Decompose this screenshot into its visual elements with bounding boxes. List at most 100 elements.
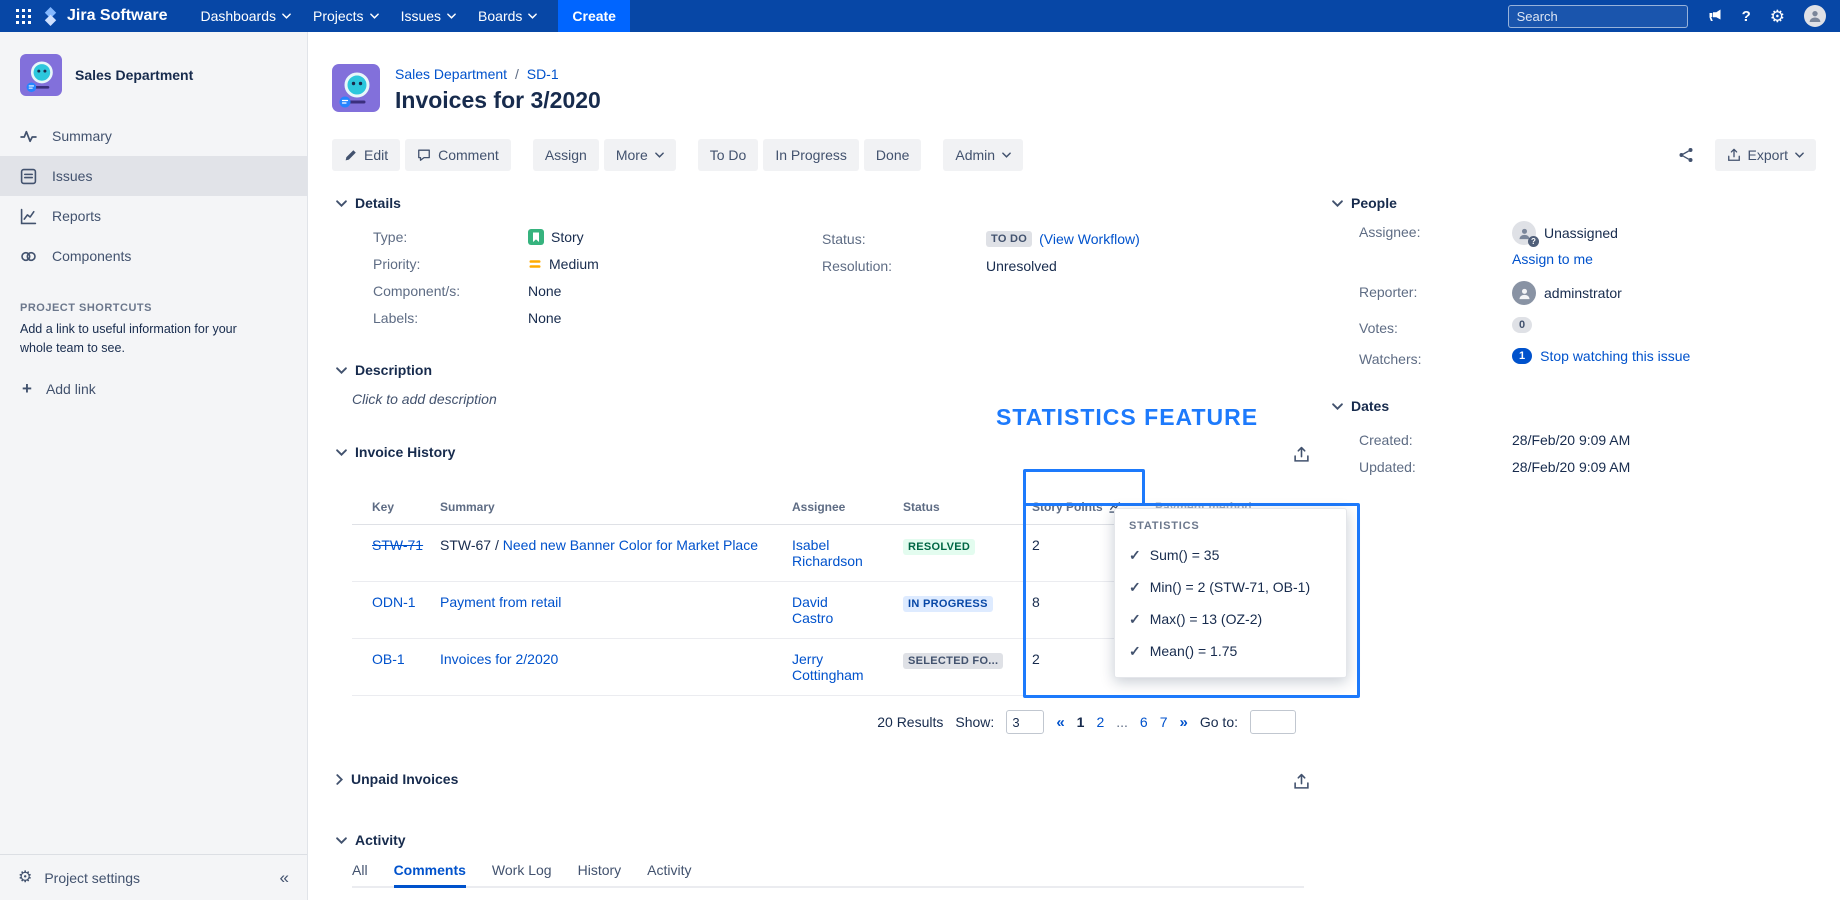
nav-boards[interactable]: Boards [467, 0, 548, 32]
sidebar-item-summary[interactable]: Summary [0, 116, 307, 156]
feedback-megaphone-icon[interactable] [1707, 8, 1723, 24]
project-settings-gear-icon: ⚙ [18, 870, 32, 886]
collapse-sidebar-icon[interactable]: « [280, 868, 289, 888]
nav-dashboards[interactable]: Dashboards [189, 0, 302, 32]
page-ellipsis: ... [1116, 714, 1128, 730]
export-icon [1727, 148, 1741, 162]
export-icon [1293, 446, 1310, 463]
dates-section-header[interactable]: Dates [1332, 398, 1812, 414]
watchers-row: Watchers: 1 Stop watching this issue [1359, 348, 1812, 367]
more-button[interactable]: More [604, 139, 676, 171]
tab-activity[interactable]: Activity [647, 862, 691, 878]
assignee-link[interactable]: Jerry Cottingham [792, 651, 864, 683]
user-avatar[interactable] [1804, 5, 1826, 27]
components-icon [20, 248, 37, 265]
chevron-down-icon [1332, 200, 1343, 207]
stat-max[interactable]: ✓ Max() = 13 (OZ-2) [1129, 603, 1332, 635]
primary-nav: Dashboards Projects Issues Boards [189, 0, 548, 32]
view-workflow-link[interactable]: (View Workflow) [1039, 231, 1140, 247]
transition-todo-button[interactable]: To Do [698, 139, 759, 171]
chevron-down-icon [447, 13, 456, 19]
people-section-header[interactable]: People [1332, 195, 1812, 211]
assign-to-me-link[interactable]: Assign to me [1512, 251, 1593, 267]
details-section-header[interactable]: Details [336, 195, 1336, 211]
export-button[interactable]: Export [1715, 139, 1816, 171]
issue-key-link[interactable]: ODN-1 [372, 594, 416, 610]
chevron-down-icon [1002, 152, 1011, 158]
comment-button[interactable]: Comment [405, 139, 511, 171]
breadcrumb: Sales Department / SD-1 [395, 66, 601, 82]
summary-link[interactable]: Invoices for 2/2020 [440, 651, 558, 667]
issue-toolbar: Edit Comment Assign More To Do In Progre… [332, 139, 1045, 171]
sidebar-item-issues[interactable]: Issues [0, 156, 307, 196]
invoice-history-export-button[interactable] [1289, 442, 1313, 466]
jira-logo[interactable]: Jira Software [41, 7, 167, 26]
col-status[interactable]: Status [903, 490, 1032, 525]
chevron-down-icon [655, 152, 664, 158]
first-page-button[interactable]: « [1056, 714, 1064, 731]
activity-section-header[interactable]: Activity [336, 832, 1396, 848]
sidebar-item-reports[interactable]: Reports [0, 196, 307, 236]
sidebar-item-components[interactable]: Components [0, 236, 307, 276]
chevron-down-icon [370, 13, 379, 19]
votes-badge[interactable]: 0 [1512, 317, 1532, 333]
page-6[interactable]: 6 [1140, 714, 1148, 730]
assignee-link[interactable]: David Castro [792, 594, 833, 626]
export-icon [1293, 773, 1310, 790]
transition-inprogress-button[interactable]: In Progress [763, 139, 859, 171]
stat-mean[interactable]: ✓ Mean() = 1.75 [1129, 635, 1332, 667]
description-section-header[interactable]: Description [336, 362, 497, 378]
create-button[interactable]: Create [558, 0, 630, 32]
transition-done-button[interactable]: Done [864, 139, 921, 171]
col-summary[interactable]: Summary [440, 490, 792, 525]
issue-key-link[interactable]: STW-71 [372, 537, 423, 553]
top-navigation: Jira Software Dashboards Projects Issues… [0, 0, 1840, 32]
unpaid-invoices-export-button[interactable] [1289, 769, 1313, 793]
assign-button[interactable]: Assign [533, 139, 599, 171]
search-box[interactable] [1508, 5, 1688, 28]
reporter-value: adminstrator [1544, 285, 1622, 301]
stop-watching-link[interactable]: Stop watching this issue [1540, 348, 1690, 364]
project-settings-button[interactable]: Project settings [44, 870, 140, 886]
project-name: Sales Department [75, 67, 193, 83]
invoice-history-header[interactable]: Invoice History [336, 444, 1396, 460]
chevron-down-icon [1332, 403, 1343, 410]
description-placeholder[interactable]: Click to add description [352, 391, 497, 407]
app-switcher-icon[interactable] [16, 9, 31, 24]
tab-worklog[interactable]: Work Log [492, 862, 552, 878]
add-link-button[interactable]: + Add link [0, 379, 307, 399]
assignee-link[interactable]: Isabel Richardson [792, 537, 863, 569]
page-1[interactable]: 1 [1077, 714, 1085, 730]
summary-link[interactable]: Payment from retail [440, 594, 561, 610]
share-button[interactable] [1669, 139, 1703, 171]
issue-key-link[interactable]: OB-1 [372, 651, 405, 667]
page-2[interactable]: 2 [1096, 714, 1104, 730]
reports-chart-icon [20, 208, 37, 225]
stat-sum[interactable]: ✓ Sum() = 35 [1129, 539, 1332, 571]
col-key[interactable]: Key [352, 490, 440, 525]
tab-history[interactable]: History [578, 862, 622, 878]
search-input[interactable] [1517, 9, 1693, 24]
activity-section: Activity All Comments Work Log History A… [336, 832, 1396, 900]
unpaid-invoices-header[interactable]: Unpaid Invoices [336, 771, 1396, 787]
breadcrumb-project-link[interactable]: Sales Department [395, 66, 507, 82]
tab-comments[interactable]: Comments [394, 862, 466, 878]
summary-link[interactable]: Need new Banner Color for Market Place [503, 537, 758, 553]
edit-button[interactable]: Edit [332, 139, 400, 171]
breadcrumb-issue-link[interactable]: SD-1 [527, 66, 559, 82]
show-count-input[interactable] [1006, 710, 1044, 734]
stat-min[interactable]: ✓ Min() = 2 (STW-71, OB-1) [1129, 571, 1332, 603]
nav-projects[interactable]: Projects [302, 0, 390, 32]
chevron-down-icon [336, 200, 347, 207]
watchers-badge[interactable]: 1 [1512, 348, 1532, 364]
col-assignee[interactable]: Assignee [792, 490, 903, 525]
tab-all[interactable]: All [352, 862, 368, 878]
last-page-button[interactable]: » [1180, 714, 1188, 731]
help-icon[interactable]: ? [1742, 8, 1751, 25]
goto-page-input[interactable] [1250, 710, 1296, 734]
page-7[interactable]: 7 [1160, 714, 1168, 730]
nav-issues[interactable]: Issues [390, 0, 467, 32]
admin-button[interactable]: Admin [943, 139, 1023, 171]
settings-gear-icon[interactable]: ⚙ [1770, 8, 1785, 25]
person-icon [1807, 8, 1823, 24]
